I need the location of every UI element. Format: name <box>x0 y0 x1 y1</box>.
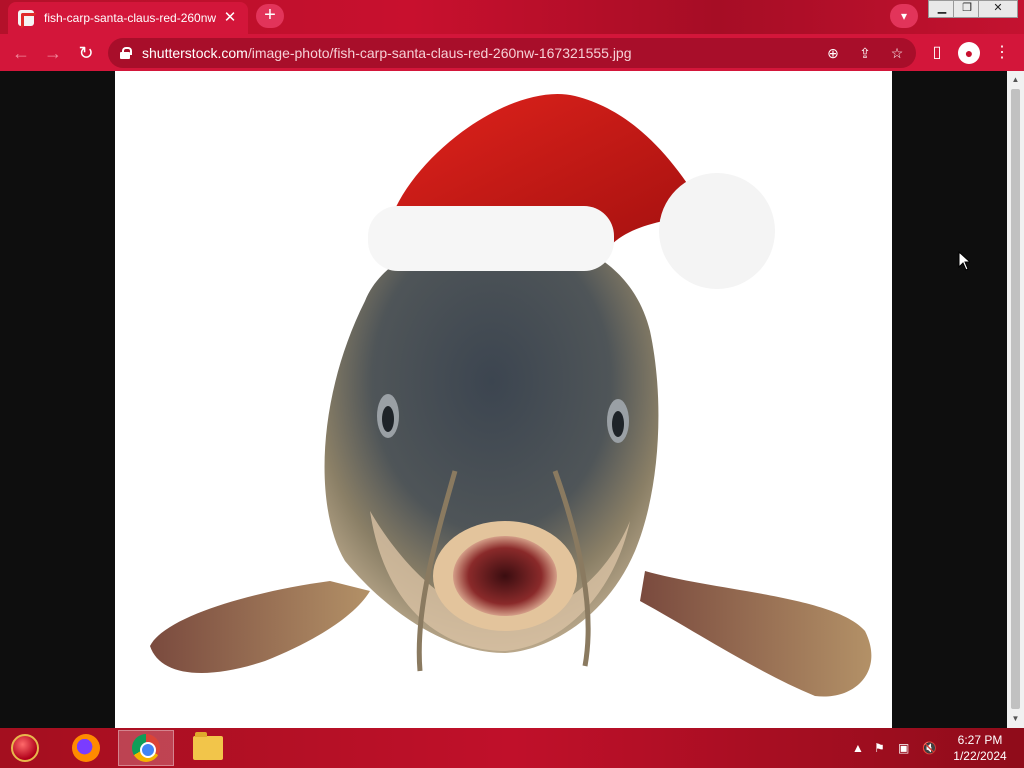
avatar-icon: ● <box>958 42 980 64</box>
system-clock[interactable]: 6:27 PM 1/22/2024 <box>950 732 1010 764</box>
zoom-icon[interactable]: ⊕ <box>822 42 844 64</box>
back-arrow-icon[interactable]: ← <box>8 40 34 66</box>
scrollbar-thumb[interactable] <box>1011 89 1020 709</box>
shutterstock-favicon-icon <box>18 10 37 29</box>
taskbar-firefox[interactable] <box>58 730 114 766</box>
left-fin <box>150 581 370 673</box>
action-center-flag-icon[interactable]: ⚑ <box>874 728 885 768</box>
hat-pompom <box>659 173 775 289</box>
firefox-icon <box>72 734 100 762</box>
show-hidden-icons-button[interactable]: ▲ <box>852 728 864 768</box>
forward-arrow-icon[interactable]: → <box>40 40 66 66</box>
volume-muted-icon[interactable]: 🔇 <box>922 728 937 768</box>
start-orb-icon <box>11 734 39 762</box>
clock-time: 6:27 PM <box>957 733 1003 747</box>
reload-icon[interactable]: ↻ <box>73 40 99 66</box>
bookmark-star-icon[interactable]: ☆ <box>886 42 908 64</box>
side-panel-icon[interactable]: ▯ <box>924 40 950 66</box>
vertical-scrollbar[interactable]: ▲ ▼ <box>1007 71 1024 728</box>
restore-button[interactable]: ❐ <box>953 0 981 18</box>
fish-illustration <box>150 93 872 697</box>
taskbar-file-explorer[interactable] <box>180 730 236 766</box>
mouth-opening <box>453 536 557 616</box>
browser-toolbar: ← → ↻ shutterstock.com/image-photo/fish-… <box>0 34 1024 71</box>
tab-search-button[interactable]: ▾ <box>890 4 918 28</box>
scroll-up-arrow-icon[interactable]: ▲ <box>1007 73 1024 87</box>
taskbar-chrome[interactable] <box>118 730 174 766</box>
clock-date: 1/22/2024 <box>953 749 1007 763</box>
browser-menu-icon[interactable]: ⋮ <box>989 40 1015 66</box>
url-text[interactable]: shutterstock.com/image-photo/fish-carp-s… <box>142 45 632 61</box>
right-fin <box>640 571 872 697</box>
carp-santa-hat-image <box>115 71 892 728</box>
page-viewport <box>0 71 1007 728</box>
tab-title: fish-carp-santa-claus-red-260nw <box>44 11 216 25</box>
address-bar[interactable]: shutterstock.com/image-photo/fish-carp-s… <box>108 38 916 68</box>
profile-button[interactable]: ● <box>956 40 982 66</box>
scroll-down-arrow-icon[interactable]: ▼ <box>1007 712 1024 726</box>
tab-close-icon[interactable]: ✕ <box>222 10 238 26</box>
windows-taskbar: ▲ ⚑ ▣ 🔇 6:27 PM 1/22/2024 <box>0 728 1024 768</box>
new-tab-button[interactable]: + <box>256 4 284 28</box>
window-close-button[interactable]: ✕ <box>978 0 1018 18</box>
minimize-button[interactable]: ▁ <box>928 0 956 18</box>
share-icon[interactable]: ⇪ <box>854 42 876 64</box>
start-button[interactable] <box>4 730 46 766</box>
chrome-icon <box>132 734 160 762</box>
folder-icon <box>193 732 223 760</box>
hat-brim <box>368 206 614 271</box>
lock-icon[interactable] <box>120 47 132 59</box>
mouse-cursor-icon <box>958 251 970 271</box>
browser-tab-active[interactable]: fish-carp-santa-claus-red-260nw ✕ <box>8 2 248 34</box>
tab-strip: fish-carp-santa-claus-red-260nw ✕ + ▾ ▁ … <box>0 0 1024 34</box>
network-icon[interactable]: ▣ <box>898 728 909 768</box>
